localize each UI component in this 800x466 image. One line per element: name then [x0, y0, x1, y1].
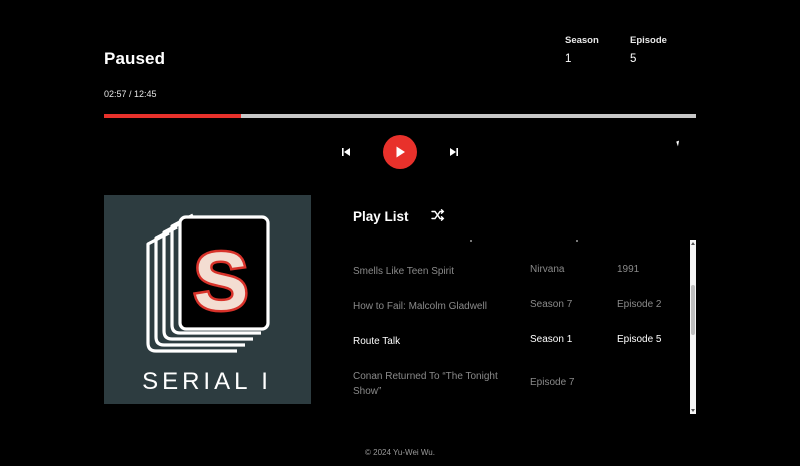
scroll-down-arrow-icon[interactable]: [691, 409, 695, 412]
list-divider-mark: [470, 240, 472, 242]
playlist: Smells Like Teen Spirit Nirvana 1991 How…: [353, 240, 683, 415]
season-value: 1: [565, 53, 572, 65]
scroll-up-arrow-icon[interactable]: [691, 242, 695, 245]
item-episode: 1991: [617, 264, 640, 275]
time-display: 02:57 / 12:45: [104, 89, 157, 99]
item-episode: Episode 5: [617, 334, 662, 345]
play-icon: [396, 146, 405, 158]
play-button[interactable]: [383, 135, 417, 169]
mouse-cursor: [676, 140, 681, 147]
footer-copyright: © 2024 Yu-Wei Wu.: [365, 448, 435, 457]
scrollbar-thumb[interactable]: [691, 285, 695, 335]
item-title: Route Talk: [353, 336, 401, 347]
podcast-cover-art: S SERIAL I: [104, 195, 311, 404]
logo-letter: S: [194, 236, 249, 327]
episode-value: 5: [630, 53, 637, 65]
episode-label: Episode: [630, 35, 667, 46]
cover-title: SERIAL I: [142, 368, 272, 395]
playback-status: Paused: [104, 49, 166, 68]
list-divider-mark: [576, 240, 578, 242]
skip-previous-icon: [342, 148, 350, 156]
item-season: Season 1: [530, 334, 573, 345]
season-label: Season: [565, 35, 599, 46]
item-season: Episode 7: [530, 377, 575, 388]
previous-button[interactable]: [338, 135, 354, 169]
item-title: Conan Returned To “The Tonight Show”: [353, 371, 498, 397]
playback-controls: [338, 135, 462, 169]
playlist-title: Play List: [353, 209, 409, 224]
progress-fill: [104, 114, 242, 118]
progress-bar[interactable]: [104, 114, 696, 118]
item-season: Season 7: [530, 299, 573, 310]
item-episode: Episode 2: [617, 299, 662, 310]
serial-logo: S SERIAL I: [142, 213, 272, 395]
episode-info: Episode 5: [630, 35, 667, 65]
item-season: Nirvana: [530, 264, 565, 275]
season-info: Season 1: [565, 35, 599, 65]
item-title: Smells Like Teen Spirit: [353, 266, 454, 277]
player-app: Paused 02:57 / 12:45 Season 1 Episode 5: [0, 0, 800, 466]
skip-next-icon: [450, 148, 458, 156]
playlist-scrollbar[interactable]: [690, 240, 696, 414]
shuffle-button[interactable]: [431, 208, 445, 222]
item-title: How to Fail: Malcolm Gladwell: [353, 301, 487, 312]
shuffle-icon: [431, 209, 445, 221]
next-button[interactable]: [446, 135, 462, 169]
